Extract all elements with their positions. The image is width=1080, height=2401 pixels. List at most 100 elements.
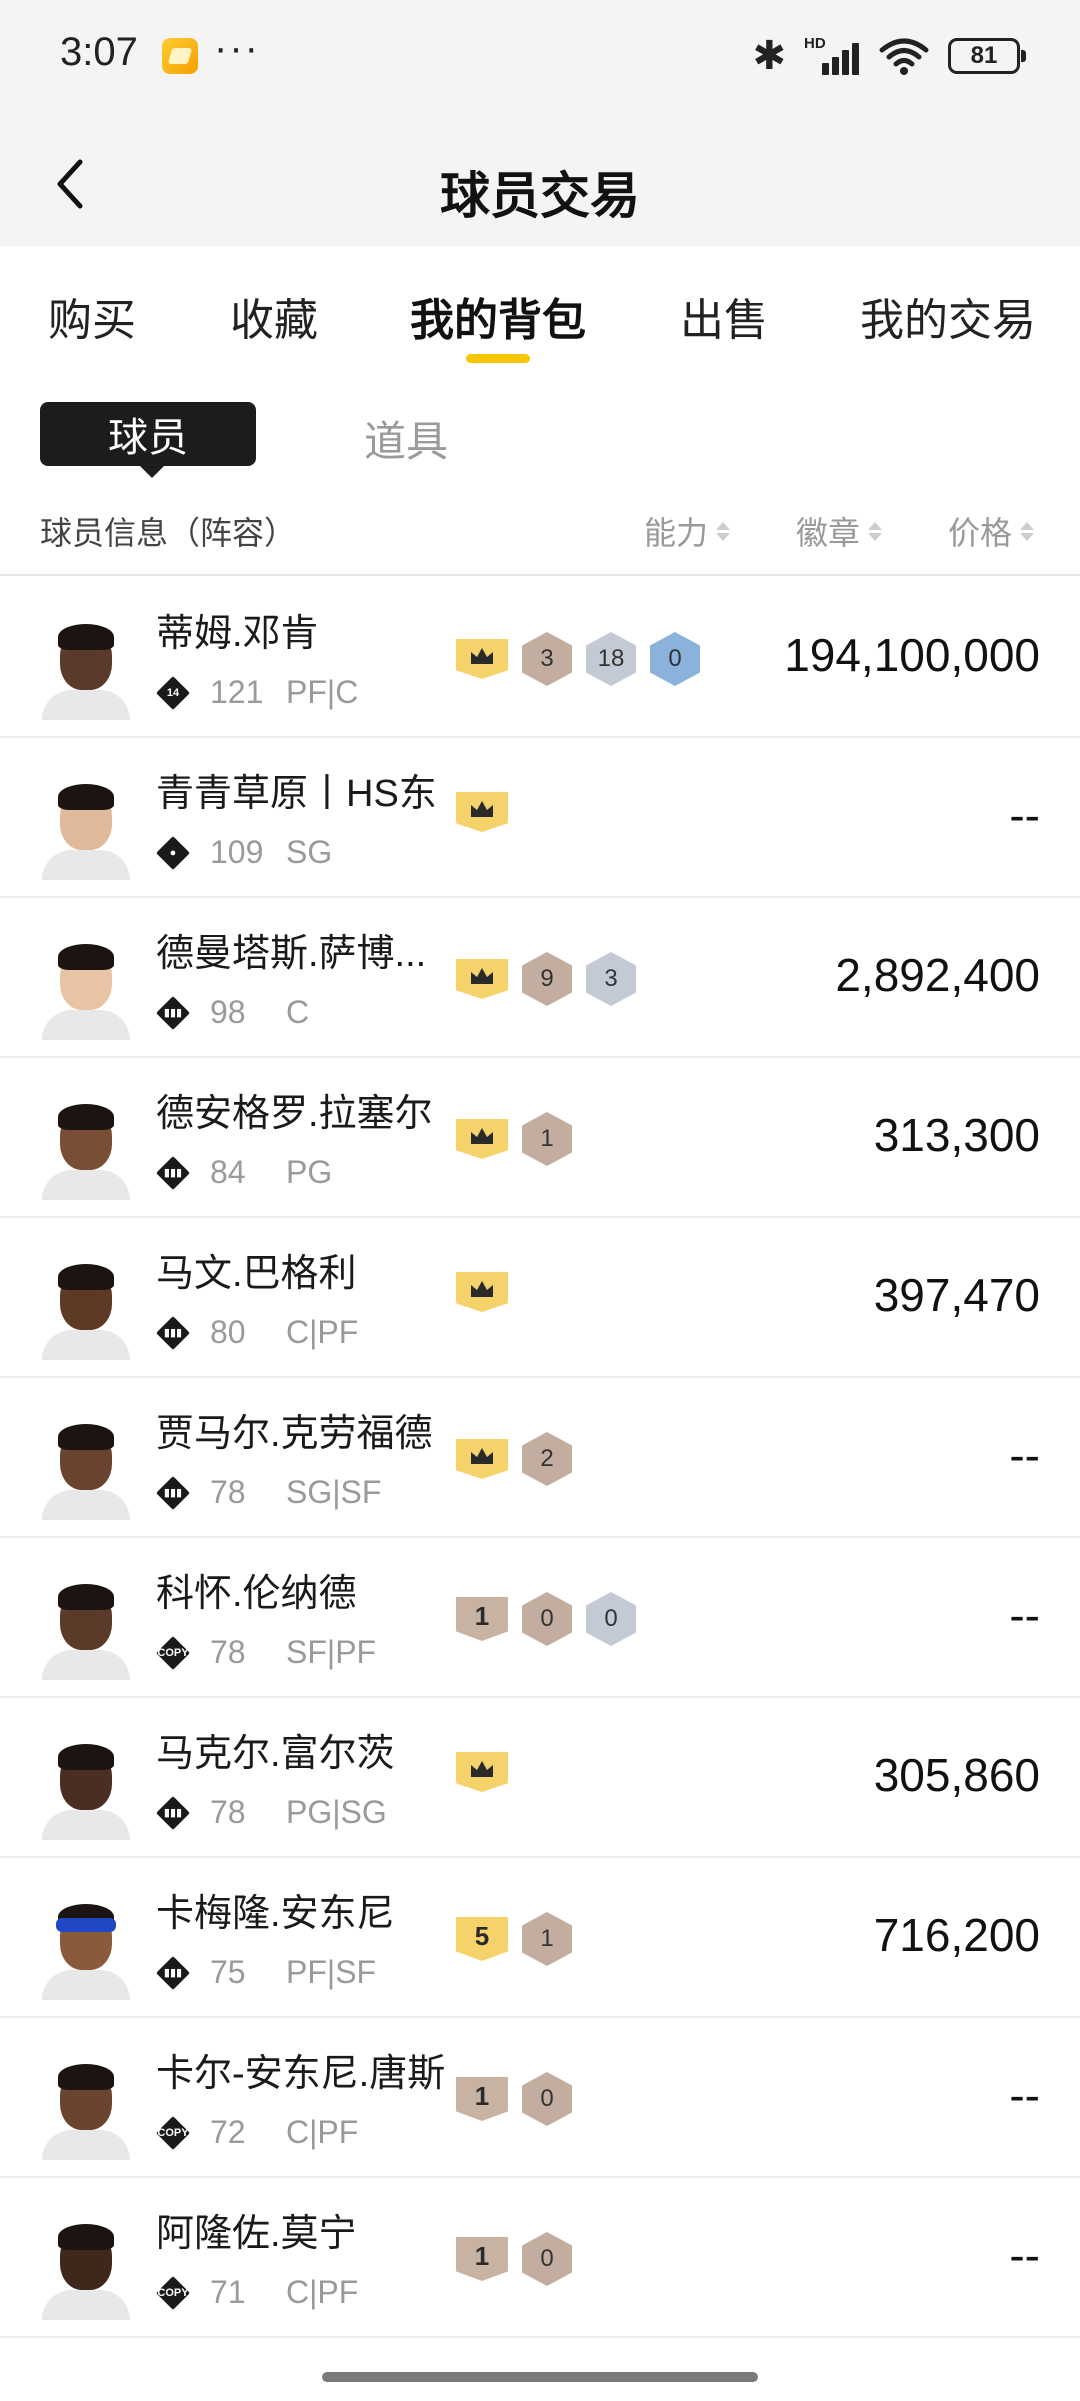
player-ovr: 78	[210, 1794, 246, 1830]
player-meta: COPY 72 C|PF	[156, 2114, 358, 2151]
sort-arrows-icon	[868, 521, 883, 541]
lineup-tier-icon: ▮▮▮	[156, 1155, 190, 1190]
tab-my-backpack[interactable]: 我的背包	[410, 284, 586, 348]
player-row[interactable]: 马克尔.富尔茨 ▮▮▮ 78 PG|SG 305,860	[0, 1698, 1080, 1858]
player-meta: 14 121 PF|C	[156, 674, 358, 711]
player-row[interactable]: 卡梅隆.安东尼 ▮▮▮ 75 PF|SF 5 1 716,200	[0, 1858, 1080, 2018]
status-bar: 3:07 ··· ✱ HD 81	[0, 0, 1080, 110]
player-price: --	[1009, 2069, 1040, 2121]
sort-badges-label: 徽章	[796, 515, 861, 551]
sort-price[interactable]: 价格	[948, 508, 1035, 554]
player-badges: 51	[456, 1912, 572, 1966]
player-name: 贾马尔.克劳福德	[156, 1413, 433, 1455]
player-badges: 2	[456, 1432, 572, 1486]
player-avatar	[38, 620, 134, 720]
player-row[interactable]: 德曼塔斯.萨博... ▮▮▮ 98 C 9 3 2,892,400	[0, 898, 1080, 1058]
player-avatar	[38, 1100, 134, 1200]
crown-icon	[456, 1272, 508, 1312]
player-price: 305,860	[873, 1749, 1040, 1801]
player-ovr: 75	[210, 1954, 246, 1990]
header: 球员交易	[0, 130, 1080, 240]
battery-icon: 81	[948, 38, 1026, 74]
tab-favorites[interactable]: 收藏	[230, 284, 318, 348]
column-player-info: 球员信息（阵容）	[40, 515, 297, 551]
player-ovr: 84	[210, 1154, 246, 1190]
player-position: C|PF	[286, 2114, 359, 2150]
player-meta: ▮▮▮ 80 C|PF	[156, 1314, 358, 1351]
upgrade-level-badge: 1	[456, 1597, 508, 1641]
player-name: 蒂姆.邓肯	[156, 613, 319, 655]
badge-count-bronze: 1	[522, 1912, 572, 1966]
player-row[interactable]: 德安格罗.拉塞尔 ▮▮▮ 84 PG 1 313,300	[0, 1058, 1080, 1218]
sort-ability[interactable]: 能力	[644, 508, 731, 554]
player-badges: 10	[456, 2232, 572, 2286]
player-name: 卡梅隆.安东尼	[156, 1893, 395, 1935]
bluetooth-icon: ✱	[752, 34, 786, 78]
player-name: 德安格罗.拉塞尔	[156, 1093, 433, 1135]
badge-count-silver: 18	[586, 632, 636, 686]
sort-arrows-icon	[1020, 521, 1035, 541]
subtab-players-label: 球员	[108, 416, 188, 460]
player-badges	[456, 792, 508, 832]
player-meta: ▮▮▮ 78 PG|SG	[156, 1794, 387, 1831]
main-tabs: 购买 收藏 我的背包 出售 我的交易	[0, 246, 1080, 376]
player-position: C|PF	[286, 1314, 359, 1350]
battery-level: 81	[970, 42, 998, 69]
badge-count-bronze: 2	[522, 1432, 572, 1486]
player-avatar	[38, 1580, 134, 1680]
player-badges	[456, 1272, 508, 1312]
player-row[interactable]: 青青草原丨HS东 ● 109 SG --	[0, 738, 1080, 898]
badge-count-bronze: 3	[522, 632, 572, 686]
upgrade-level-badge: 1	[456, 2077, 508, 2121]
player-avatar	[38, 1260, 134, 1360]
tier-glyph: COPY	[157, 1646, 189, 1659]
player-badges: 10	[456, 2072, 572, 2126]
upgrade-level-badge: 1	[456, 2237, 508, 2281]
player-row[interactable]: 马文.巴格利 ▮▮▮ 80 C|PF 397,470	[0, 1218, 1080, 1378]
player-avatar	[38, 1420, 134, 1520]
subtab-items[interactable]: 道具	[364, 408, 448, 469]
player-row[interactable]: 贾马尔.克劳福德 ▮▮▮ 78 SG|SF 2 --	[0, 1378, 1080, 1538]
tier-glyph: ▮▮▮	[163, 1487, 183, 1499]
lineup-tier-icon: ●	[156, 835, 190, 870]
player-avatar	[38, 1900, 134, 2000]
player-position: PG	[286, 1154, 333, 1190]
tier-glyph: ▮▮▮	[163, 1007, 183, 1019]
badge-count-bronze: 0	[522, 2232, 572, 2286]
player-price: 716,200	[873, 1909, 1040, 1961]
player-ovr: 80	[210, 1314, 246, 1350]
badge-count-bronze: 0	[522, 1592, 572, 1646]
player-price: --	[1009, 1589, 1040, 1641]
tier-glyph: COPY	[157, 2126, 189, 2139]
signal-icon: HD	[804, 35, 860, 75]
crown-icon	[456, 792, 508, 832]
player-row[interactable]: 科怀.伦纳德 COPY 78 SF|PF 1 0 0 --	[0, 1538, 1080, 1698]
player-avatar	[38, 780, 134, 880]
sub-tabs: 球员 道具	[0, 376, 1080, 478]
player-price: 313,300	[873, 1109, 1040, 1161]
player-badges: 1	[456, 1112, 572, 1166]
lineup-tier-icon: ▮▮▮	[156, 1795, 190, 1830]
sort-badges[interactable]: 徽章	[796, 508, 883, 554]
player-row[interactable]: 卡尔-安东尼.唐斯 COPY 72 C|PF 1 0 --	[0, 2018, 1080, 2178]
crown-icon	[456, 1752, 508, 1792]
lineup-tier-icon: COPY	[156, 2275, 190, 2310]
tab-sell[interactable]: 出售	[680, 284, 768, 348]
tab-buy[interactable]: 购买	[48, 284, 136, 348]
sort-arrows-icon	[716, 521, 731, 541]
player-position: PF|SF	[286, 1954, 377, 1990]
player-meta: ▮▮▮ 78 SG|SF	[156, 1474, 381, 1511]
tab-my-trades[interactable]: 我的交易	[860, 284, 1036, 348]
player-meta: ▮▮▮ 75 PF|SF	[156, 1954, 376, 1991]
subtab-players[interactable]: 球员	[40, 402, 256, 478]
lineup-tier-icon: 14	[156, 675, 190, 710]
player-row[interactable]: 阿隆佐.莫宁 COPY 71 C|PF 1 0 --	[0, 2178, 1080, 2338]
player-name: 德曼塔斯.萨博...	[156, 933, 427, 975]
player-row[interactable]: 蒂姆.邓肯 14 121 PF|C 3 18 0 194,100,000	[0, 578, 1080, 738]
home-indicator[interactable]	[322, 2372, 758, 2382]
player-avatar	[38, 2060, 134, 2160]
column-header: 球员信息（阵容） 能力 徽章 价格	[0, 486, 1080, 576]
badge-count-silver: 3	[586, 952, 636, 1006]
player-position: PF|C	[286, 674, 359, 710]
player-price: --	[1009, 2229, 1040, 2281]
